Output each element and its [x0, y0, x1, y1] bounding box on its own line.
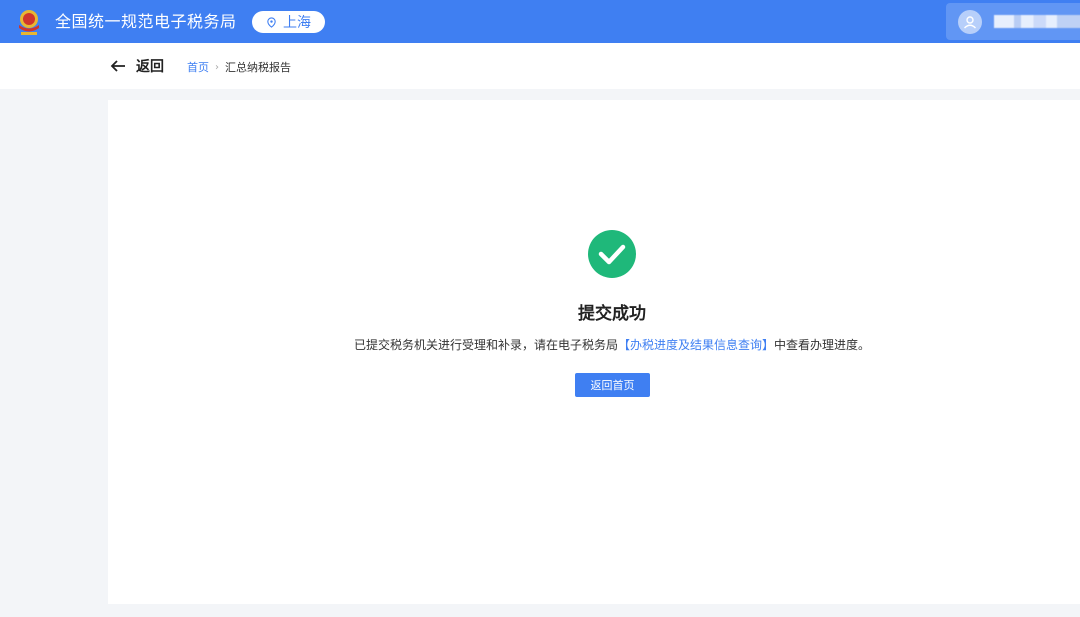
- result-card: 提交成功 已提交税务机关进行受理和补录，请在电子税务局【办税进度及结果信息查询】…: [108, 100, 1080, 604]
- desc-prefix: 已提交税务机关进行受理和补录，请在电子税务局: [353, 338, 618, 352]
- back-home-button[interactable]: 返回首页: [575, 373, 650, 397]
- breadcrumb: 首页 › 汇总纳税报告: [187, 59, 291, 75]
- site-title: 全国统一规范电子税务局: [55, 12, 237, 31]
- check-circle-icon: [588, 230, 636, 278]
- region-label: 上海: [283, 15, 311, 31]
- arrow-left-icon: [110, 60, 125, 72]
- success-title: 提交成功: [578, 304, 646, 324]
- top-bar: 全国统一规范电子税务局 上海: [0, 0, 1080, 43]
- back-button[interactable]: 返回: [110, 56, 164, 76]
- nav-bar: 返回 首页 › 汇总纳税报告: [0, 43, 1080, 89]
- region-selector[interactable]: 上海: [252, 11, 325, 33]
- location-pin-icon: [267, 16, 276, 28]
- back-label: 返回: [136, 59, 164, 75]
- success-description: 已提交税务机关进行受理和补录，请在电子税务局【办税进度及结果信息查询】中查看办理…: [108, 336, 1080, 353]
- progress-query-link[interactable]: 【办税进度及结果信息查询】: [618, 338, 774, 352]
- breadcrumb-current: 汇总纳税报告: [225, 61, 291, 74]
- username-redacted: [994, 15, 1080, 28]
- user-avatar-icon: [958, 10, 982, 34]
- breadcrumb-home[interactable]: 首页: [187, 59, 209, 75]
- tax-emblem-icon: [19, 10, 39, 35]
- user-menu[interactable]: [946, 3, 1080, 40]
- breadcrumb-separator: ›: [215, 61, 219, 73]
- desc-suffix: 中查看办理进度。: [774, 338, 871, 352]
